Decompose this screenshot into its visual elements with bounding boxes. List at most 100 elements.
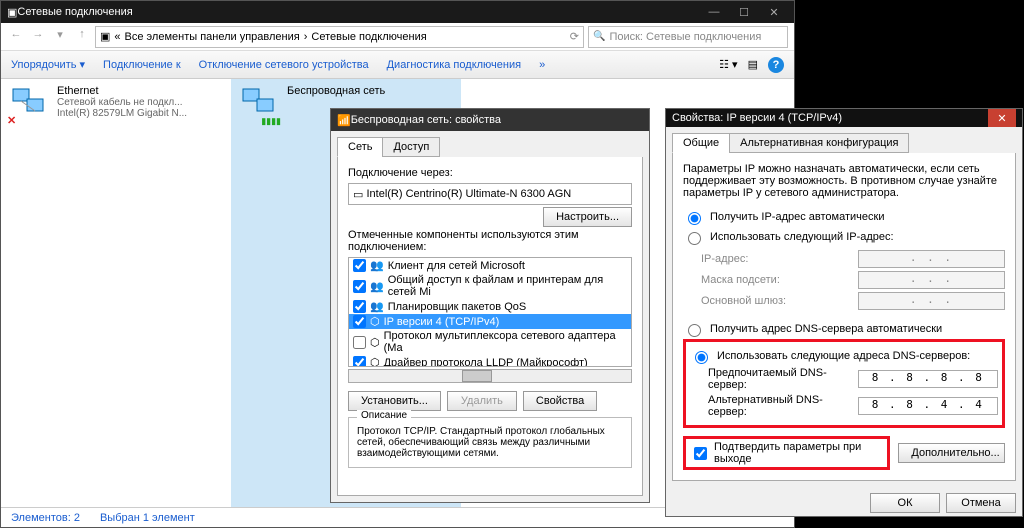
dns1-label: Предпочитаемый DNS-сервер: — [708, 367, 858, 391]
path-segment-2[interactable]: Сетевые подключения — [311, 31, 426, 43]
toolbar: Упорядочить ▾ Подключение к Отключение с… — [1, 51, 794, 79]
auto-dns-radio[interactable] — [688, 324, 701, 337]
horizontal-scrollbar[interactable] — [348, 369, 632, 383]
connect-through-label: Подключение через: — [348, 167, 632, 179]
close-button[interactable]: ✕ — [988, 109, 1016, 127]
ethernet-icon: ✕ — [9, 85, 49, 125]
titlebar[interactable]: Свойства: IP версии 4 (TCP/IPv4) ✕ — [666, 109, 1022, 127]
component-checkbox[interactable] — [353, 356, 366, 367]
properties-button[interactable]: Свойства — [523, 391, 597, 411]
description-group: Описание Протокол TCP/IP. Стандартный пр… — [348, 417, 632, 468]
ipv4-properties-dialog: Свойства: IP версии 4 (TCP/IPv4) ✕ Общие… — [665, 108, 1023, 517]
history-button[interactable]: ↑ — [73, 28, 91, 46]
titlebar[interactable]: ▣ Сетевые подключения — ☐ ✕ — [1, 1, 794, 23]
connect-to-button[interactable]: Подключение к — [103, 59, 181, 71]
path-prefix: « — [114, 31, 120, 43]
validate-label: Подтвердить параметры при выходе — [714, 441, 883, 465]
components-label: Отмеченные компоненты используются этим … — [348, 229, 632, 253]
tabs: Сеть Доступ — [331, 131, 649, 157]
dialog-buttons: ОК Отмена — [666, 487, 1022, 519]
tab-alternate[interactable]: Альтернативная конфигурация — [729, 133, 909, 153]
advanced-button[interactable]: Дополнительно... — [898, 443, 1005, 463]
component-checkbox[interactable] — [353, 280, 366, 293]
description-text: Протокол TCP/IP. Стандартный протокол гл… — [357, 426, 623, 459]
disable-device-button[interactable]: Отключение сетевого устройства — [199, 59, 369, 71]
back-button[interactable]: ← — [7, 28, 25, 46]
dns-highlight: Использовать следующие адреса DNS-сервер… — [683, 339, 1005, 428]
close-button[interactable]: ✕ — [760, 3, 788, 21]
uninstall-button: Удалить — [447, 391, 517, 411]
manual-ip-radio[interactable] — [688, 232, 701, 245]
component-checkbox[interactable] — [353, 336, 366, 349]
gateway-label: Основной шлюз: — [701, 295, 858, 307]
component-checkbox[interactable] — [353, 259, 366, 272]
auto-dns-label: Получить адрес DNS-сервера автоматически — [710, 323, 942, 335]
organize-button[interactable]: Упорядочить ▾ — [11, 58, 85, 71]
nav-bar: ← → ▾ ↑ ▣ « Все элементы панели управлен… — [1, 23, 794, 51]
details-icon[interactable]: ▤ — [748, 58, 758, 71]
folder-icon: ▣ — [100, 30, 110, 43]
up-button[interactable]: ▾ — [51, 28, 69, 46]
dns2-label: Альтернативный DNS-сервер: — [708, 394, 858, 418]
connection-ethernet[interactable]: ✕ Ethernet Сетевой кабель не подкл... In… — [1, 79, 231, 507]
list-item[interactable]: IP версии 4 (TCP/IPv4) — [384, 316, 500, 328]
titlebar[interactable]: 📶 Беспроводная сеть: свойства — [331, 109, 649, 131]
manual-dns-radio[interactable] — [695, 351, 708, 364]
refresh-icon[interactable]: ⟳ — [570, 30, 579, 43]
dns1-input[interactable]: 8 . 8 . 8 . 8 — [858, 370, 998, 388]
tab-access[interactable]: Доступ — [382, 137, 440, 157]
list-item[interactable]: Протокол мультиплексора сетевого адаптер… — [384, 330, 627, 354]
manual-dns-label: Использовать следующие адреса DNS-сервер… — [717, 350, 970, 362]
configure-button[interactable]: Настроить... — [543, 207, 632, 227]
search-input[interactable]: Поиск: Сетевые подключения — [588, 26, 788, 48]
nic-icon: ▭ — [353, 188, 363, 201]
maximize-button[interactable]: ☐ — [730, 3, 758, 21]
component-checkbox[interactable] — [353, 315, 366, 328]
list-item[interactable]: Общий доступ к файлам и принтерам для се… — [388, 274, 627, 298]
window-title: Сетевые подключения — [17, 6, 700, 18]
validate-checkbox[interactable] — [694, 447, 707, 460]
subnet-mask-input: . . . — [858, 271, 1005, 289]
components-list[interactable]: 👥Клиент для сетей Microsoft 👥Общий досту… — [348, 257, 632, 367]
ok-button[interactable]: ОК — [870, 493, 940, 513]
cancel-button[interactable]: Отмена — [946, 493, 1016, 513]
dialog-title: Свойства: IP версии 4 (TCP/IPv4) — [672, 112, 988, 124]
wireless-icon: ▮▮▮▮ — [239, 85, 279, 125]
help-icon[interactable]: ? — [768, 57, 784, 73]
selected-count: Выбран 1 элемент — [100, 512, 195, 524]
tab-general[interactable]: Общие — [672, 133, 730, 153]
connection-name: Беспроводная сеть — [287, 85, 385, 97]
intro-text: Параметры IP можно назначать автоматичес… — [683, 163, 1005, 199]
subnet-mask-label: Маска подсети: — [701, 274, 858, 286]
tab-network[interactable]: Сеть — [337, 137, 383, 157]
adapter-field: ▭ Intel(R) Centrino(R) Ultimate-N 6300 A… — [348, 183, 632, 205]
forward-button[interactable]: → — [29, 28, 47, 46]
connection-name: Ethernet — [57, 85, 187, 97]
dns2-input[interactable]: 8 . 8 . 4 . 4 — [858, 397, 998, 415]
install-button[interactable]: Установить... — [348, 391, 441, 411]
toolbar-more[interactable]: » — [539, 59, 545, 71]
tabs: Общие Альтернативная конфигурация — [666, 127, 1022, 153]
window-icon: ▣ — [7, 6, 17, 19]
adapter-name: Intel(R) Centrino(R) Ultimate-N 6300 AGN — [366, 188, 571, 200]
diagnose-button[interactable]: Диагностика подключения — [387, 59, 521, 71]
list-item[interactable]: Клиент для сетей Microsoft — [388, 260, 525, 272]
view-icon[interactable]: ☷ ▾ — [719, 58, 737, 71]
description-label: Описание — [357, 410, 411, 421]
auto-ip-radio[interactable] — [688, 212, 701, 225]
ip-address-input: . . . — [858, 250, 1005, 268]
list-item[interactable]: Драйвер протокола LLDP (Майкрософт) — [384, 357, 588, 368]
connection-device: Intel(R) 82579LM Gigabit N... — [57, 108, 187, 119]
dialog-icon: 📶 — [337, 114, 351, 127]
item-count: Элементов: 2 — [11, 512, 80, 524]
breadcrumb[interactable]: ▣ « Все элементы панели управления › Сет… — [95, 26, 584, 48]
connection-status: Сетевой кабель не подкл... — [57, 97, 187, 108]
auto-ip-label: Получить IP-адрес автоматически — [710, 211, 884, 223]
path-segment-1[interactable]: Все элементы панели управления — [125, 31, 300, 43]
adapter-properties-dialog: 📶 Беспроводная сеть: свойства Сеть Досту… — [330, 108, 650, 503]
list-item[interactable]: Планировщик пакетов QoS — [388, 301, 527, 313]
minimize-button[interactable]: — — [700, 3, 728, 21]
component-checkbox[interactable] — [353, 300, 366, 313]
dialog-title: Беспроводная сеть: свойства — [351, 114, 643, 126]
manual-ip-label: Использовать следующий IP-адрес: — [710, 231, 894, 243]
